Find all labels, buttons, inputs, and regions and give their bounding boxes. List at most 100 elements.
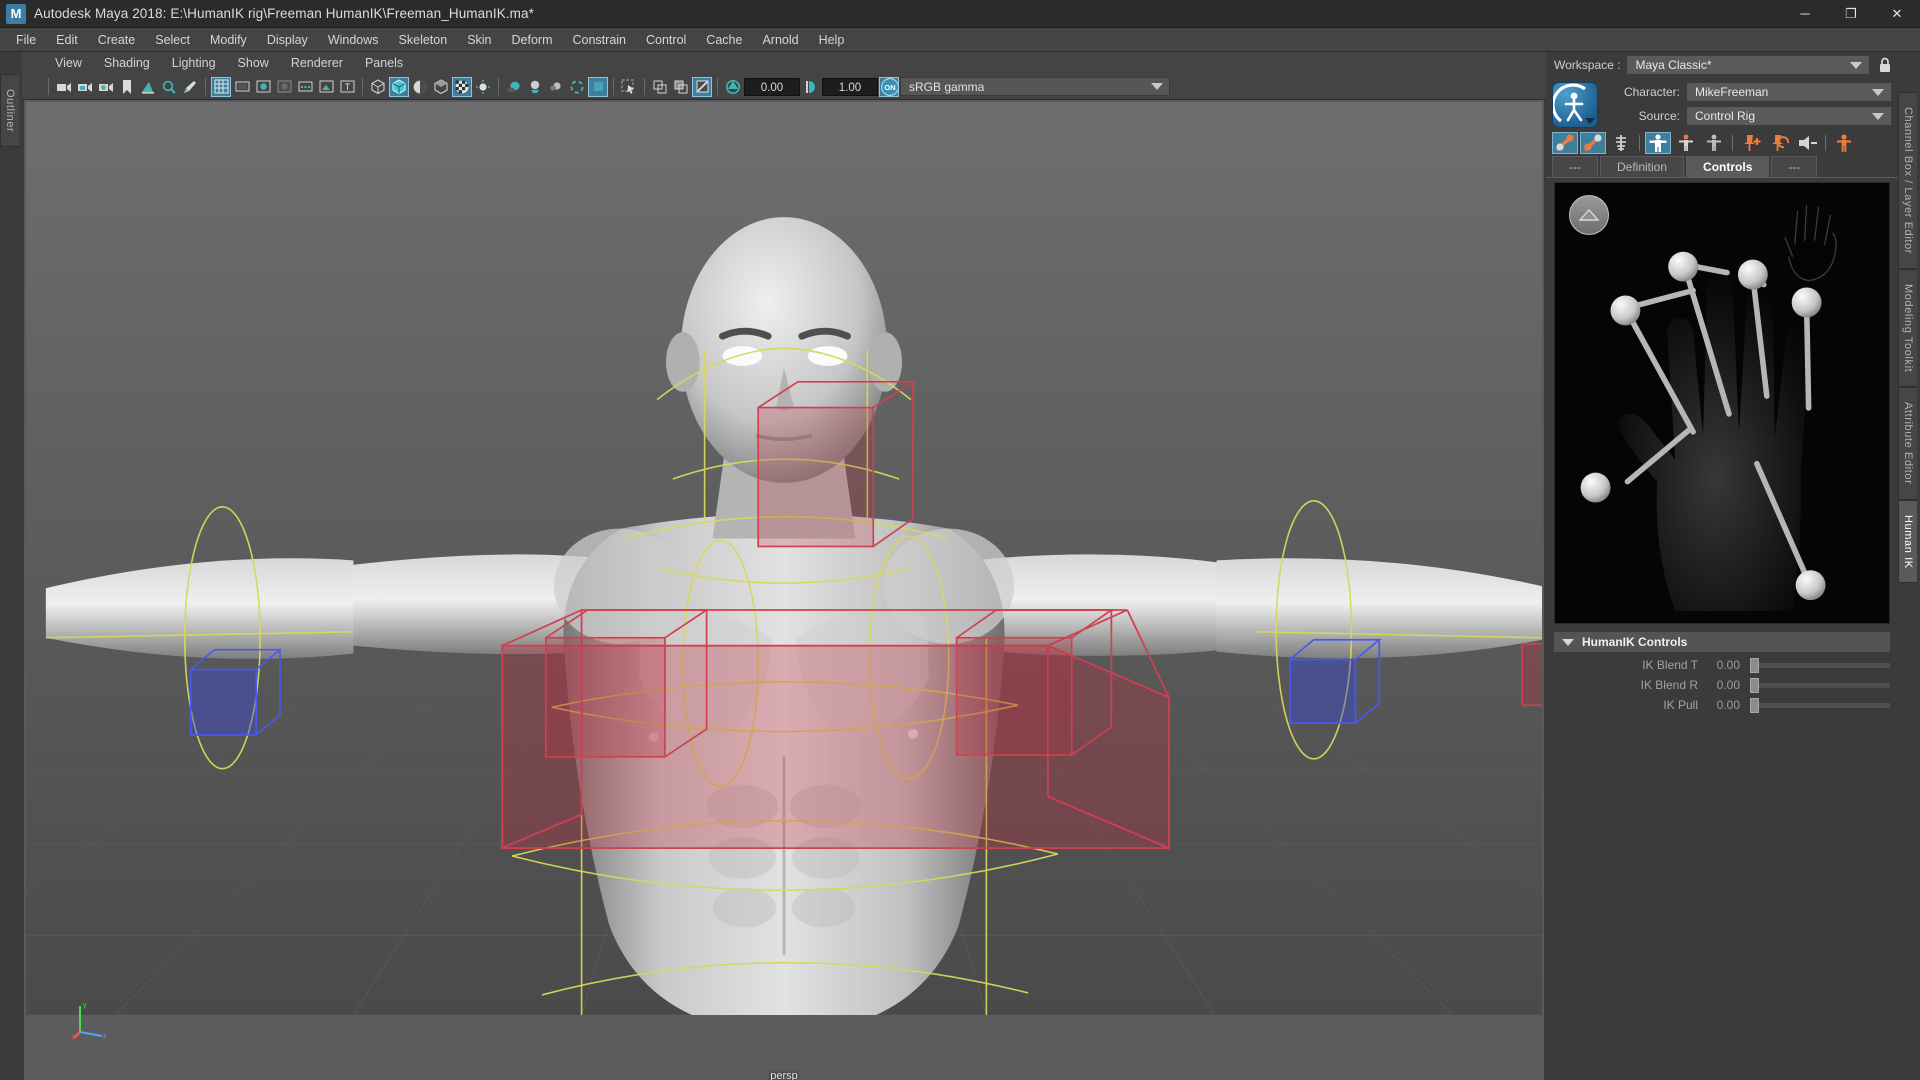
- film-origin-icon[interactable]: [295, 77, 315, 97]
- workspace-select[interactable]: Maya Classic*: [1626, 55, 1870, 75]
- menu-help[interactable]: Help: [809, 30, 855, 50]
- hud-text-icon[interactable]: T: [337, 77, 357, 97]
- viewport-menu-lighting[interactable]: Lighting: [161, 54, 227, 72]
- ik-pull-value[interactable]: 0.00: [1704, 698, 1740, 712]
- film-gate-icon[interactable]: [232, 77, 252, 97]
- camera-attributes-icon[interactable]: [96, 77, 116, 97]
- minimize-button[interactable]: ─: [1782, 0, 1828, 28]
- sidebar-item-attribute-editor[interactable]: Attribute Editor: [1898, 387, 1917, 499]
- exposure-icon[interactable]: [723, 77, 743, 97]
- viewport-menu-panels[interactable]: Panels: [354, 54, 414, 72]
- close-button[interactable]: ✕: [1874, 0, 1920, 28]
- bookmark-icon[interactable]: [117, 77, 137, 97]
- full-body-icon[interactable]: [1645, 132, 1671, 154]
- sidebar-item-channel-box[interactable]: Channel Box / Layer Editor: [1898, 92, 1917, 269]
- xray-icon[interactable]: [650, 77, 670, 97]
- menu-cache[interactable]: Cache: [696, 30, 752, 50]
- pin-translate-icon[interactable]: [1738, 132, 1764, 154]
- viewport-3d[interactable]: y z x persp: [24, 100, 1544, 1080]
- sidebar-item-outliner[interactable]: Outliner: [0, 74, 19, 147]
- viewport-menu-shading[interactable]: Shading: [93, 54, 161, 72]
- pin-release-icon[interactable]: [1794, 132, 1820, 154]
- hand-control-view[interactable]: [1554, 182, 1890, 624]
- isolate-select-icon[interactable]: [588, 77, 608, 97]
- chevron-down-icon: [1850, 62, 1862, 69]
- select-camera-icon[interactable]: [54, 77, 74, 97]
- menu-file[interactable]: File: [6, 30, 46, 50]
- wireframe-icon[interactable]: [368, 77, 388, 97]
- two-d-pan-zoom-icon[interactable]: [159, 77, 179, 97]
- ik-blend-t-value[interactable]: 0.00: [1704, 658, 1740, 672]
- lock-camera-icon[interactable]: [75, 77, 95, 97]
- viewport-menu-show[interactable]: Show: [227, 54, 280, 72]
- menu-select[interactable]: Select: [145, 30, 200, 50]
- sidebar-item-modeling-toolkit[interactable]: Modeling Toolkit: [1898, 269, 1917, 387]
- shadows-icon[interactable]: [504, 77, 524, 97]
- ik-blend-r-slider[interactable]: [1750, 683, 1890, 688]
- t-pose-icon[interactable]: [1580, 132, 1606, 154]
- viewport-menu-view[interactable]: View: [44, 54, 93, 72]
- textured-icon[interactable]: [452, 77, 472, 97]
- body-part-icon[interactable]: [1673, 132, 1699, 154]
- resolution-gate-icon[interactable]: [253, 77, 273, 97]
- source-select[interactable]: Control Rig: [1686, 106, 1892, 126]
- gate-mask-icon[interactable]: [274, 77, 294, 97]
- screen-space-ao-icon[interactable]: [525, 77, 545, 97]
- viewport-menu-renderer[interactable]: Renderer: [280, 54, 354, 72]
- flat-shade-icon[interactable]: [410, 77, 430, 97]
- menu-skeleton[interactable]: Skeleton: [389, 30, 458, 50]
- shaded-wireframe-icon[interactable]: [431, 77, 451, 97]
- menu-edit[interactable]: Edit: [46, 30, 88, 50]
- menu-arnold[interactable]: Arnold: [752, 30, 808, 50]
- tab-controls[interactable]: Controls: [1686, 156, 1769, 177]
- smooth-shade-icon[interactable]: [389, 77, 409, 97]
- selection-icon[interactable]: [1701, 132, 1727, 154]
- human-ik-controls-section-header[interactable]: HumanIK Controls: [1554, 632, 1890, 652]
- character-select[interactable]: MikeFreeman: [1686, 82, 1892, 102]
- maximize-button[interactable]: ❐: [1828, 0, 1874, 28]
- human-ik-logo-icon[interactable]: [1552, 82, 1598, 128]
- image-plane-icon[interactable]: [138, 77, 158, 97]
- menu-modify[interactable]: Modify: [200, 30, 257, 50]
- lights-icon[interactable]: [473, 77, 493, 97]
- hand-diagram[interactable]: [1555, 183, 1889, 623]
- skeleton-icon[interactable]: [1608, 132, 1634, 154]
- sidebar-item-human-ik[interactable]: Human IK: [1898, 500, 1917, 584]
- tab-prev-overflow[interactable]: ---: [1552, 156, 1598, 177]
- slider-knob[interactable]: [1750, 678, 1759, 693]
- tab-next-overflow[interactable]: ---: [1771, 156, 1817, 177]
- image-plane-toggle-icon[interactable]: [316, 77, 336, 97]
- ik-blend-r-value[interactable]: 0.00: [1704, 678, 1740, 692]
- menu-constrain[interactable]: Constrain: [563, 30, 637, 50]
- color-profile-select[interactable]: sRGB gamma: [900, 77, 1170, 96]
- lock-icon[interactable]: [1876, 55, 1894, 75]
- slider-knob[interactable]: [1750, 698, 1759, 713]
- color-management-icon[interactable]: ON: [879, 77, 899, 97]
- tab-definition[interactable]: Definition: [1600, 156, 1684, 177]
- multisample-icon[interactable]: [567, 77, 587, 97]
- home-triangle-icon[interactable]: [1569, 195, 1609, 235]
- menu-display[interactable]: Display: [257, 30, 318, 50]
- ik-blend-t-row: IK Blend T 0.00: [1554, 658, 1890, 672]
- slider-knob[interactable]: [1750, 658, 1759, 673]
- xray-active-components-icon[interactable]: [692, 77, 712, 97]
- menu-windows[interactable]: Windows: [318, 30, 389, 50]
- ik-pull-slider[interactable]: [1750, 703, 1890, 708]
- grid-toggle-icon[interactable]: [211, 77, 231, 97]
- toolbar-divider: [613, 78, 614, 95]
- stance-pose-icon[interactable]: [1552, 132, 1578, 154]
- menu-deform[interactable]: Deform: [502, 30, 563, 50]
- exposure-value-field[interactable]: 0.00: [744, 78, 800, 96]
- selection-mask-icon[interactable]: [619, 77, 639, 97]
- xray-joints-icon[interactable]: [671, 77, 691, 97]
- pin-rotate-icon[interactable]: [1766, 132, 1792, 154]
- character-controls-icon[interactable]: [1831, 132, 1857, 154]
- menu-create[interactable]: Create: [88, 30, 146, 50]
- grease-pencil-icon[interactable]: [180, 77, 200, 97]
- menu-control[interactable]: Control: [636, 30, 696, 50]
- motion-blur-icon[interactable]: [546, 77, 566, 97]
- ik-blend-t-slider[interactable]: [1750, 663, 1890, 668]
- gamma-icon[interactable]: [801, 77, 821, 97]
- menu-skin[interactable]: Skin: [457, 30, 501, 50]
- gamma-value-field[interactable]: 1.00: [822, 78, 878, 96]
